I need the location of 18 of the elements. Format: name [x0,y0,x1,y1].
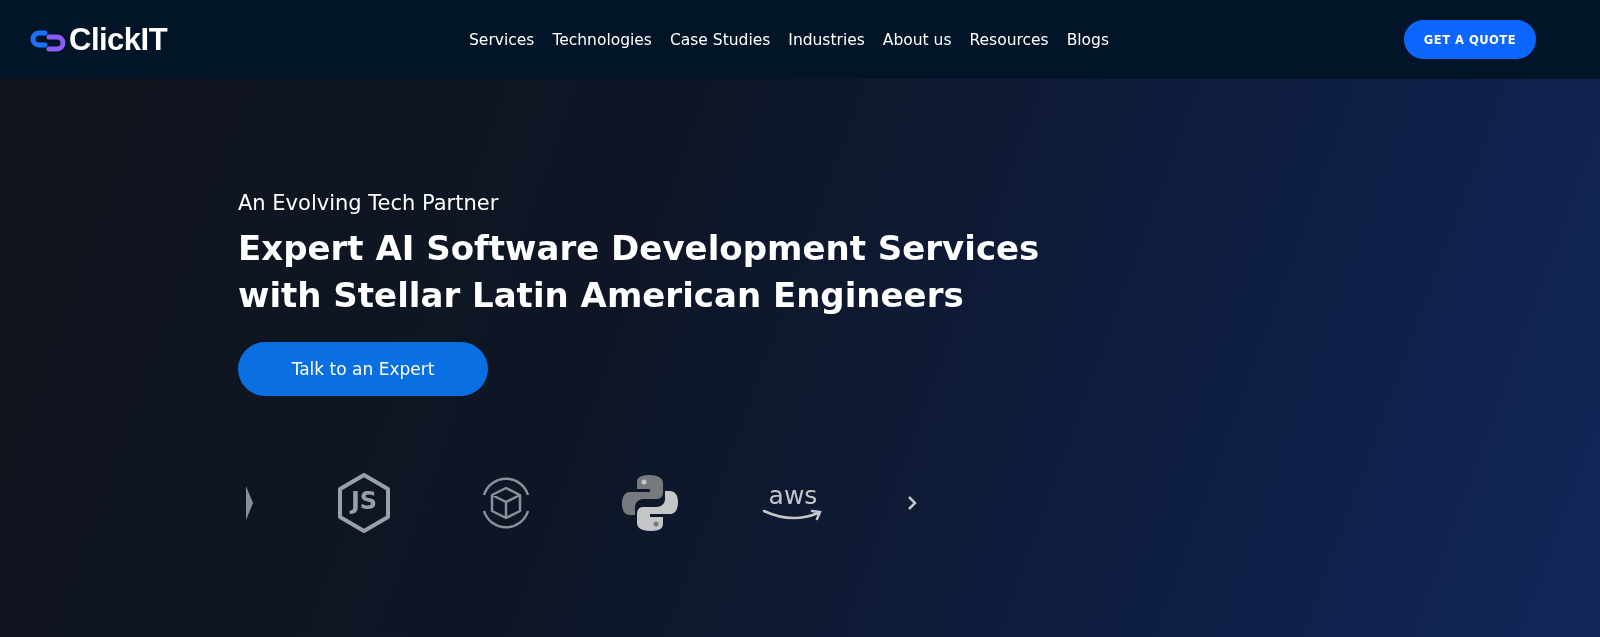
nodejs-logo: JS [336,472,392,534]
nav-link[interactable]: Blogs [1066,30,1109,49]
hero-eyebrow: An Evolving Tech Partner [238,191,500,215]
nav-link[interactable]: Resources [969,30,1049,49]
nav-link[interactable]: Technologies [552,30,652,49]
get-quote-button[interactable]: GET A QUOTE [1403,20,1536,59]
nav-link[interactable]: About us [882,30,952,49]
nav-link[interactable]: Industries [788,30,865,49]
brand-logo[interactable]: ClickIT [69,21,168,58]
hero-headline: Expert AI Software Development Services [238,227,1040,270]
nav-link[interactable]: Services [469,30,535,49]
nav-link[interactable]: Case Studies [669,30,771,49]
partial-logo-icon [246,486,254,520]
hero-headline: with Stellar Latin American Engineers [238,274,964,317]
talk-to-expert-button[interactable]: Talk to an Expert [238,342,488,396]
python-logo-icon [620,473,680,533]
chevron-right-icon[interactable] [906,495,918,511]
aws-logo: aws [762,484,824,522]
